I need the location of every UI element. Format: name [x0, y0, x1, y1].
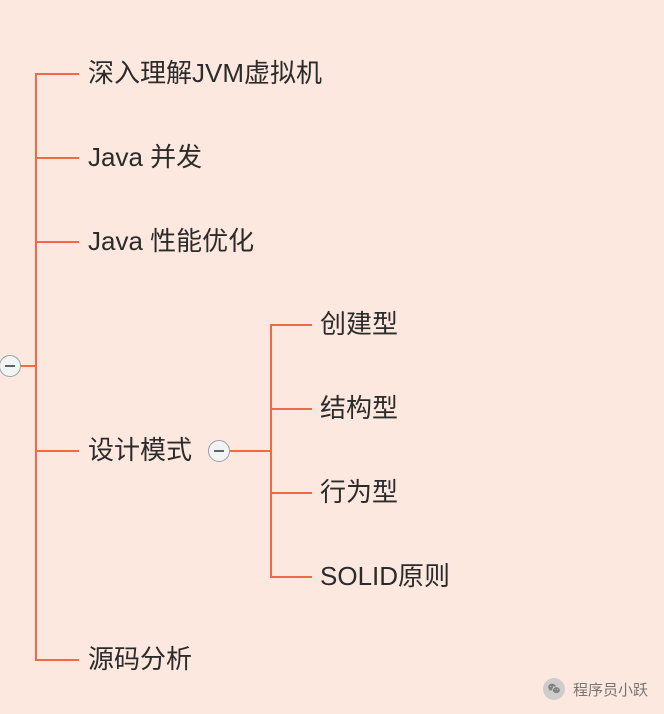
l1-2-connector — [35, 241, 79, 243]
l2-node-structural[interactable]: 结构型 — [320, 395, 398, 421]
l1-3-connector — [35, 450, 79, 452]
l2-2-connector — [270, 492, 312, 494]
mindmap-canvas: 深入理解JVM虚拟机 Java 并发 Java 性能优化 设计模式 创建型 结构… — [0, 0, 664, 714]
design-patterns-collapse-button[interactable] — [208, 440, 230, 462]
l1-node-design-patterns[interactable]: 设计模式 — [88, 437, 192, 463]
l1-1-connector — [35, 157, 79, 159]
trunk-vertical — [35, 73, 37, 661]
l2-trunk-vertical — [270, 324, 272, 576]
l2-stub — [230, 450, 270, 452]
watermark: 程序员小跃 — [543, 678, 648, 700]
watermark-text: 程序员小跃 — [573, 679, 648, 700]
l1-node-jvm[interactable]: 深入理解JVM虚拟机 — [88, 60, 322, 86]
l2-0-connector — [270, 324, 312, 326]
l1-node-source-analysis[interactable]: 源码分析 — [88, 646, 192, 672]
wechat-icon — [543, 678, 565, 700]
l2-node-solid[interactable]: SOLID原则 — [320, 563, 450, 589]
l2-node-creational[interactable]: 创建型 — [320, 311, 398, 337]
l1-0-connector — [35, 73, 79, 75]
trunk-stub — [21, 365, 36, 367]
l2-node-behavioral[interactable]: 行为型 — [320, 479, 398, 505]
l1-node-performance[interactable]: Java 性能优化 — [88, 228, 254, 254]
l2-1-connector — [270, 408, 312, 410]
l2-3-connector — [270, 576, 312, 578]
l1-4-connector — [35, 659, 79, 661]
l1-node-concurrency[interactable]: Java 并发 — [88, 144, 202, 170]
root-collapse-button[interactable] — [0, 355, 21, 377]
